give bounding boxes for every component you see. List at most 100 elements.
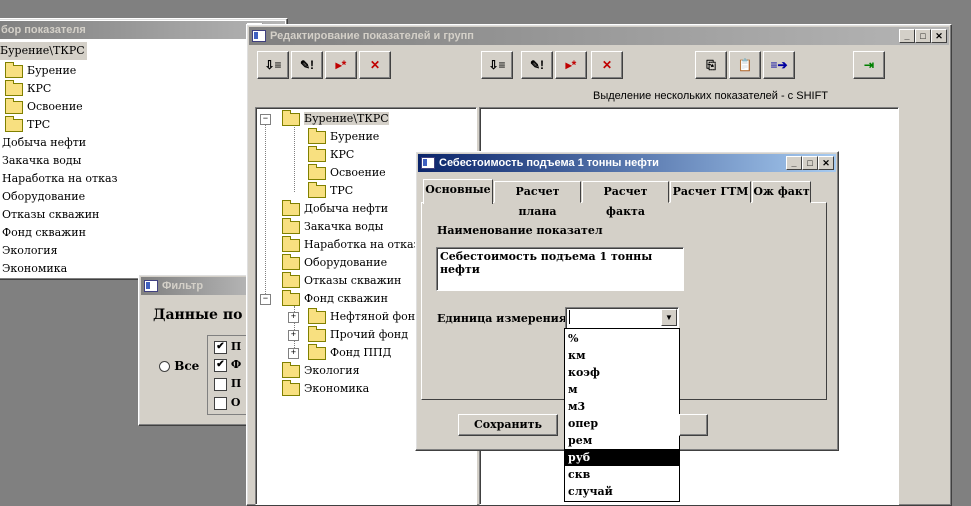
list-item[interactable]: Фонд скважин: [2, 224, 86, 242]
cancel-button[interactable]: [679, 414, 708, 436]
left-delete-button[interactable]: ✕: [359, 51, 391, 79]
tab-fact-calc[interactable]: Расчет факта: [582, 181, 669, 218]
tree-node[interactable]: Отказы скважин: [282, 271, 402, 290]
tree-node[interactable]: Освоение: [308, 163, 386, 182]
tree-node[interactable]: Фонд скважин: [282, 289, 388, 308]
dropdown-option[interactable]: случай: [565, 483, 679, 500]
list-item[interactable]: Бурение: [5, 61, 76, 80]
copy-button[interactable]: ⎘: [695, 51, 727, 79]
filter-check[interactable]: П: [214, 377, 241, 391]
right-edit-button[interactable]: ✎!: [521, 51, 553, 79]
tree-node[interactable]: Прочий фонд: [308, 325, 408, 344]
move-icon: ⇩≡: [264, 58, 282, 72]
radio-label: Все: [174, 359, 200, 373]
tree-label: Отказы скважин: [304, 274, 402, 287]
list-item[interactable]: Добыча нефти: [2, 134, 86, 152]
dropdown-option[interactable]: м: [565, 381, 679, 398]
list-item-label: Наработка на отказ: [2, 172, 118, 185]
filter-check[interactable]: ✔ П: [214, 340, 241, 354]
exit-button[interactable]: ⇥: [853, 51, 885, 79]
option-label: км: [568, 349, 586, 362]
window-app-icon: [252, 30, 266, 43]
tree-label: Бурение\ТКРС: [304, 112, 389, 125]
tree-label: Наработка на отказ: [304, 238, 420, 251]
close-button[interactable]: ✕: [931, 29, 947, 43]
expand-icon[interactable]: +: [288, 348, 299, 359]
transfer-button[interactable]: ≡➔: [763, 51, 795, 79]
minimize-button[interactable]: _: [899, 29, 915, 43]
tree-node[interactable]: Оборудование: [282, 253, 387, 272]
list-item[interactable]: КРС: [5, 79, 51, 98]
tree-node[interactable]: Экология: [282, 361, 360, 380]
dropdown-option[interactable]: км: [565, 347, 679, 364]
option-label: случай: [568, 485, 613, 498]
list-item[interactable]: Освоение: [5, 97, 83, 116]
radio-icon: [159, 361, 170, 372]
maximize-button[interactable]: □: [915, 29, 931, 43]
list-item-label: Закачка воды: [2, 154, 82, 167]
tree-node[interactable]: Фонд ППД: [308, 343, 391, 362]
window-app-icon: [421, 157, 435, 170]
tab-expected-fact[interactable]: Ож факт: [752, 181, 811, 203]
tab-gtm-calc[interactable]: Расчет ГТМ: [670, 181, 751, 203]
tab-label: Расчет ГТМ: [672, 185, 749, 198]
left-edit-button[interactable]: ✎!: [291, 51, 323, 79]
right-move-button[interactable]: ⇩≡: [481, 51, 513, 79]
list-item[interactable]: Экономика: [2, 260, 67, 278]
dropdown-option[interactable]: %: [565, 330, 679, 347]
unit-label: Единица измерения:: [437, 312, 571, 325]
unit-select[interactable]: ▼: [565, 307, 679, 329]
close-button[interactable]: ✕: [818, 156, 834, 170]
left-add-button[interactable]: ▸*: [325, 51, 357, 79]
dropdown-option[interactable]: опер: [565, 415, 679, 432]
list-item[interactable]: ТРС: [5, 115, 50, 134]
dropdown-option[interactable]: коэф: [565, 364, 679, 381]
list-item[interactable]: Оборудование: [2, 188, 85, 206]
tab-label: Ож факт: [753, 185, 810, 198]
left-move-button[interactable]: ⇩≡: [257, 51, 289, 79]
radio-all[interactable]: Все: [159, 359, 199, 373]
tree-node-selected[interactable]: Бурение\ТКРС: [282, 109, 389, 128]
main-titlebar: Редактирование показателей и групп _ □ ✕: [249, 27, 949, 45]
filter-check[interactable]: ✔ Ф: [214, 358, 241, 372]
tree-node[interactable]: ТРС: [308, 181, 353, 200]
minimize-button[interactable]: _: [786, 156, 802, 170]
unit-dropdown-list[interactable]: % км коэф м м3 опер рем руб скв случай: [564, 328, 680, 502]
filter-check[interactable]: О: [214, 396, 240, 410]
expand-icon[interactable]: +: [288, 312, 299, 323]
dropdown-option[interactable]: рем: [565, 432, 679, 449]
name-value: Себестоимость подъема 1 тонны нефти: [440, 250, 653, 276]
check-label: О: [230, 396, 241, 409]
save-button[interactable]: Сохранить: [458, 414, 558, 436]
dropdown-option[interactable]: скв: [565, 466, 679, 483]
tree-node[interactable]: Закачка воды: [282, 217, 384, 236]
move-icon: ⇩≡: [488, 58, 506, 72]
tree-label: Закачка воды: [304, 220, 384, 233]
list-item[interactable]: Отказы скважин: [2, 206, 99, 224]
list-item[interactable]: Экология: [2, 242, 58, 260]
tree-node[interactable]: Наработка на отказ: [282, 235, 420, 254]
tree-node[interactable]: КРС: [308, 145, 354, 164]
tree-node[interactable]: Нефтяной фонд: [308, 307, 422, 326]
tab-main[interactable]: Основные: [423, 179, 493, 204]
expand-icon[interactable]: +: [288, 330, 299, 341]
edit-icon: ✎!: [299, 58, 315, 72]
dropdown-option[interactable]: м3: [565, 398, 679, 415]
paste-button[interactable]: 📋: [729, 51, 761, 79]
list-item[interactable]: Закачка воды: [2, 152, 81, 170]
transfer-icon: ≡➔: [770, 58, 788, 72]
dropdown-arrow-icon[interactable]: ▼: [661, 309, 677, 326]
list-item-selected[interactable]: Бурение\ТКРС: [0, 42, 87, 60]
collapse-icon[interactable]: −: [260, 294, 271, 305]
collapse-icon[interactable]: −: [260, 114, 271, 125]
name-field[interactable]: Себестоимость подъема 1 тонны нефти: [436, 247, 684, 291]
tree-node[interactable]: Бурение: [308, 127, 379, 146]
list-item[interactable]: Наработка на отказ: [2, 170, 118, 188]
tab-plan-calc[interactable]: Расчет плана: [494, 181, 581, 218]
right-delete-button[interactable]: ✕: [591, 51, 623, 79]
right-add-button[interactable]: ▸*: [555, 51, 587, 79]
maximize-button[interactable]: □: [802, 156, 818, 170]
tree-node[interactable]: Добыча нефти: [282, 199, 388, 218]
dropdown-option-selected[interactable]: руб: [565, 449, 679, 466]
tree-node[interactable]: Экономика: [282, 379, 369, 398]
